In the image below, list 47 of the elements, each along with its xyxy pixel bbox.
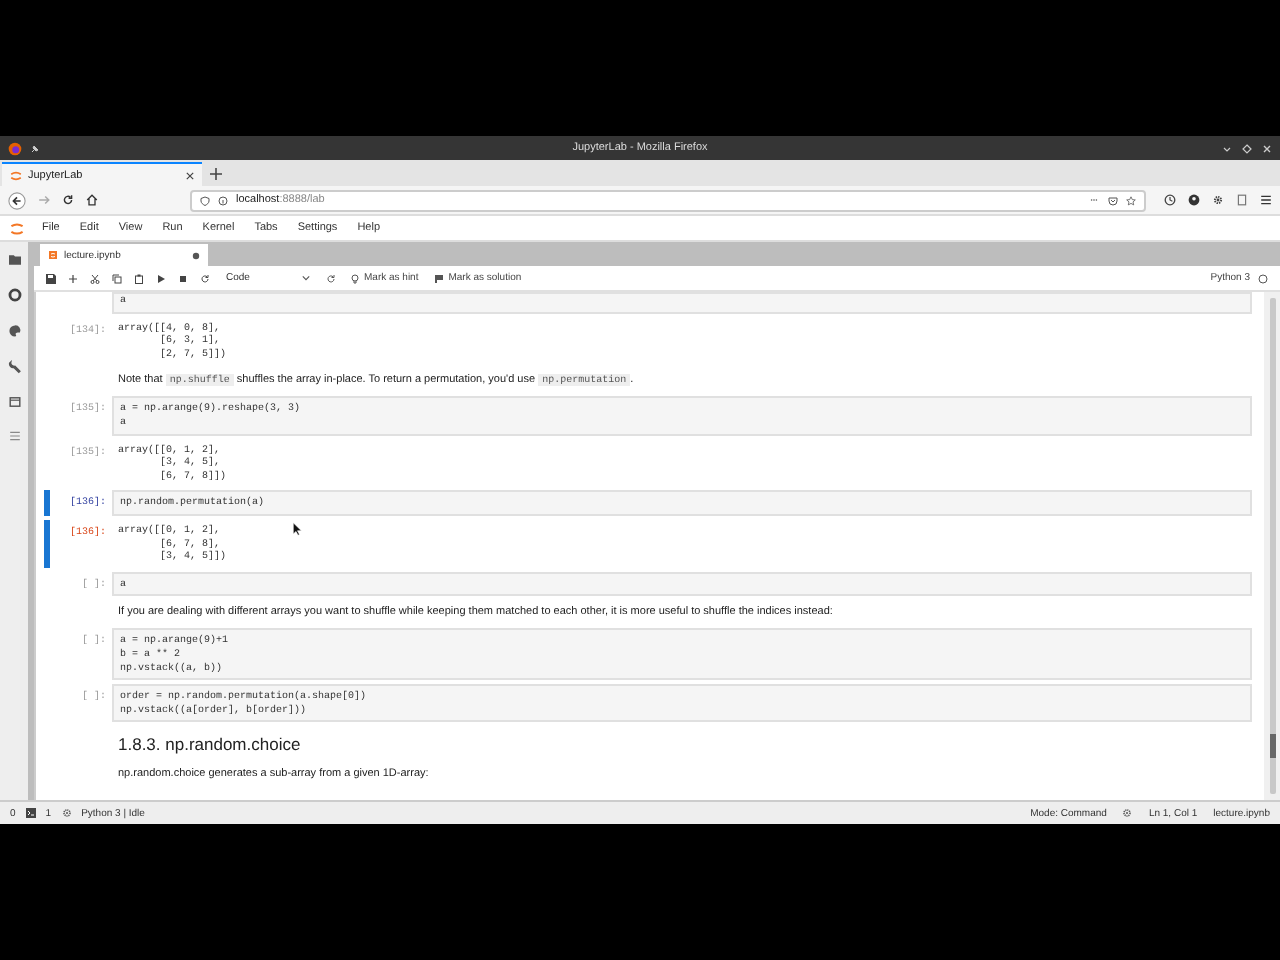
flag-icon xyxy=(434,273,445,283)
maximize-icon[interactable] xyxy=(1242,143,1252,153)
reload-icon[interactable] xyxy=(62,194,74,206)
gear-icon[interactable] xyxy=(61,808,72,818)
shield-icon[interactable] xyxy=(200,195,210,205)
refresh-icon[interactable] xyxy=(326,273,336,283)
home-icon[interactable] xyxy=(86,194,98,206)
reader-icon[interactable] xyxy=(1236,194,1248,206)
tabs-icon[interactable] xyxy=(7,396,21,408)
folder-icon[interactable] xyxy=(7,254,21,266)
mouse-cursor-icon xyxy=(292,522,302,536)
paste-icon[interactable] xyxy=(134,273,144,283)
pocket-icon[interactable] xyxy=(1108,195,1118,205)
star-icon[interactable] xyxy=(1126,195,1136,205)
section-heading: 1.8.3. np.random.choice xyxy=(116,732,303,759)
copy-icon[interactable] xyxy=(112,273,122,283)
back-icon[interactable] xyxy=(8,191,26,209)
add-icon[interactable] xyxy=(68,273,78,283)
running-icon[interactable] xyxy=(7,288,21,302)
info-icon[interactable] xyxy=(218,195,228,205)
firefox-icon xyxy=(8,141,22,155)
gear-icon[interactable] xyxy=(1212,194,1224,206)
unsaved-dot-icon xyxy=(192,251,200,259)
terminal-icon[interactable] xyxy=(25,808,36,818)
cut-icon[interactable] xyxy=(90,273,100,283)
caret-icon xyxy=(302,274,310,282)
gear-icon[interactable] xyxy=(1122,808,1133,818)
new-tab-icon[interactable] xyxy=(210,168,222,180)
close-icon[interactable] xyxy=(186,171,194,179)
list-icon[interactable] xyxy=(7,430,21,442)
jupyter-logo-icon xyxy=(10,221,24,235)
pin-icon[interactable] xyxy=(30,143,40,153)
restart-icon[interactable] xyxy=(200,273,210,283)
jupyter-icon xyxy=(10,169,22,181)
clock-icon[interactable] xyxy=(1164,194,1176,206)
scrollbar[interactable] xyxy=(1264,292,1280,800)
bulb-icon xyxy=(350,273,360,283)
save-icon[interactable] xyxy=(46,273,56,283)
kernel-status-icon xyxy=(1258,273,1268,283)
notebook-icon xyxy=(48,250,58,260)
minimize-icon[interactable] xyxy=(1222,143,1232,153)
palette-icon[interactable] xyxy=(7,324,21,338)
stop-icon[interactable] xyxy=(178,273,188,283)
wrench-icon[interactable] xyxy=(7,360,21,374)
account-icon[interactable] xyxy=(1188,194,1200,206)
run-icon[interactable] xyxy=(156,273,166,283)
menu-icon[interactable] xyxy=(1260,194,1272,206)
